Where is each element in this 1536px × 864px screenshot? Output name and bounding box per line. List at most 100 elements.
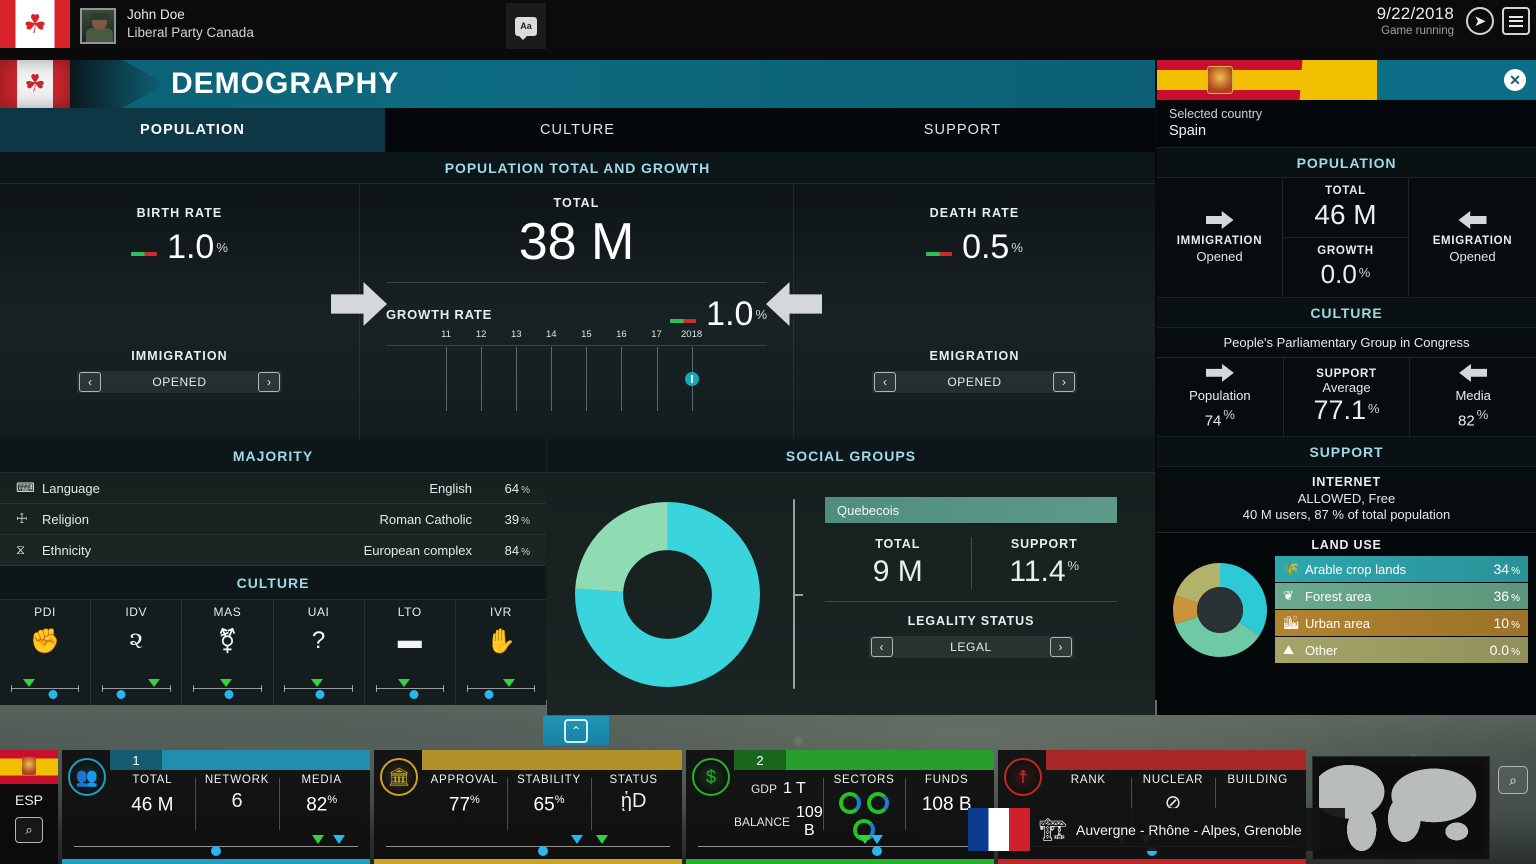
hud-col-label: TOTAL [110,774,195,786]
culture-dimension-idv[interactable]: IDV૨ [91,600,182,705]
avatar[interactable] [80,8,116,44]
tab-population[interactable]: POPULATION [0,108,385,152]
minimap-search-icon[interactable]: ⌕ [1498,766,1528,794]
culture-dimension-pdi[interactable]: PDI✊ [0,600,91,705]
culture-dimension-marker [311,679,323,687]
sector-ring-icon [867,792,889,814]
death-rate-label: DEATH RATE [794,206,1155,220]
close-icon[interactable]: ✕ [1504,69,1526,91]
hud-col-label: APPROVAL [422,774,507,786]
player-name: John Doe [127,7,185,22]
legality-prev-button[interactable]: ‹ [871,637,893,657]
player-party: Liberal Party Canada [127,25,254,40]
divider [386,282,767,283]
timeline-current-marker[interactable] [685,372,699,386]
tab-support[interactable]: SUPPORT [770,108,1155,152]
side-growth-label: GROWTH [1317,245,1374,257]
culture-dimension-mas[interactable]: MAS⚧ [182,600,273,705]
hud-track-marker-secondary [333,835,345,844]
land-use-body: 🌾Arable crop lands34%❦Forest area36%🏙Urb… [1157,556,1536,672]
timeline-tick [516,347,517,411]
handshake-icon: ᾑD [591,790,676,813]
social-group-total: TOTAL 9 M [825,537,971,589]
spain-crest-icon [1207,66,1233,94]
land-use-row[interactable]: ⛰Other0.0% [1275,637,1528,663]
culture-dimension-dot [315,690,324,699]
main-menu-button[interactable] [1502,7,1530,35]
side-population-body: IMMIGRATION Opened TOTAL 46 M GROWTH 0.0… [1157,178,1536,297]
culture-dimension-ivr[interactable]: IVR✋ [456,600,546,705]
top-header-bar: ☘ John Doe Liberal Party Canada Aa 9/22/… [0,0,1536,52]
hud-badge: 1 [110,750,162,770]
land-use-row[interactable]: 🌾Arable crop lands34% [1275,556,1528,582]
side-total-value: 46 M [1314,199,1376,231]
birth-rate-label: BIRTH RATE [0,206,359,220]
hud-col-unit: % [470,794,480,806]
city-model-icon: 🏗 [1030,817,1076,843]
selected-country-label: Selected country [1169,107,1524,121]
hud-panel-economy[interactable]: 2$GDP1 TBALANCE109 BSECTORSFUNDS108 B [686,750,994,864]
death-rate-value: 0.5 [962,228,1009,266]
majority-culture-panel: MAJORITY ⌨LanguageEnglish64%☩ReligionRom… [0,439,547,715]
culture-dimension-lto[interactable]: LTO▬ [365,600,456,705]
hud-track-marker-secondary [571,835,583,844]
emigration-prev-button[interactable]: ‹ [874,372,896,392]
legality-value: LEGAL [895,640,1048,654]
collapse-panel-bar[interactable]: ⌃ [543,716,609,745]
gdp-label: GDP [751,782,777,796]
culture-dimension-icon: ✋ [486,619,516,663]
legality-next-button[interactable]: › [1050,637,1072,657]
immigration-next-button[interactable]: › [258,372,280,392]
lower-panels: MAJORITY ⌨LanguageEnglish64%☩ReligionRom… [0,439,1155,715]
hud-progress-bar [1046,750,1306,770]
social-group-support-label: SUPPORT [972,537,1118,551]
avatar-body [86,28,113,42]
language-button[interactable]: Aa [506,3,546,49]
land-use-row[interactable]: ❦Forest area36% [1275,583,1528,609]
people-icon[interactable]: 👥 [68,758,106,796]
balance-label: BALANCE [734,815,790,829]
culture-dimension-marker [503,679,515,687]
side-population-header: POPULATION [1157,147,1536,178]
internet-title: INTERNET [1163,475,1530,489]
social-group-support-value: 11.4 [1009,555,1065,588]
dollar-icon[interactable]: $ [692,758,730,796]
tab-culture[interactable]: CULTURE [385,108,770,152]
immigration-prev-button[interactable]: ‹ [79,372,101,392]
land-use-row[interactable]: 🏙Urban area10% [1275,610,1528,636]
culture-dimension-track [376,688,445,689]
avatar-cap [90,13,109,20]
chevron-up-icon[interactable]: ⌃ [564,719,588,743]
capitol-icon[interactable]: 🏛 [380,758,418,796]
culture-dimension-track [11,688,80,689]
social-group-selected[interactable]: Quebecois [825,497,1117,523]
country-selector-tile[interactable]: ESP ⌕ [0,750,58,864]
timeline-tick [586,347,587,411]
legality-stepper[interactable]: ‹ LEGAL › [869,636,1074,658]
play-pause-button[interactable]: ➤ [1466,7,1494,35]
side-culture-media-unit: % [1477,407,1489,422]
land-use-donut-chart[interactable] [1165,560,1275,660]
culture-dimension-uai[interactable]: UAI? [274,600,365,705]
land-use-unit: % [1511,620,1520,631]
culture-header: CULTURE [0,566,546,600]
population-timeline-chart[interactable]: 111213141516172018 [410,329,771,414]
dna-icon: ⧖ [16,542,42,558]
timeline-tick-label: 11 [441,329,451,340]
hud-panel-government[interactable]: 🏛APPROVAL77%STABILITY65%STATUSᾑD [374,750,682,864]
death-rate-trend-icon [926,252,952,256]
timeline-tick [481,347,482,411]
hud-col-network: NETWORK὏6 [195,774,280,836]
social-groups-donut-chart[interactable] [547,473,787,715]
side-culture-population: Population 74% [1157,358,1283,436]
emigration-stepper[interactable]: ‹ OPENED › [872,371,1077,393]
table-row: ☩ReligionRoman Catholic39% [0,504,546,535]
player-country-flag: ☘ [0,0,70,48]
emigration-next-button[interactable]: › [1053,372,1075,392]
immigration-stepper[interactable]: ‹ OPENED › [77,371,282,393]
majority-row-unit: % [521,485,530,496]
hud-panel-population[interactable]: 1👥TOTAL46 MNETWORK὏6MEDIA82% [62,750,370,864]
timeline-tick-label: 2018 [681,329,702,340]
search-icon[interactable]: ⌕ [15,817,43,843]
military-icon[interactable]: ☨ [1004,758,1042,796]
